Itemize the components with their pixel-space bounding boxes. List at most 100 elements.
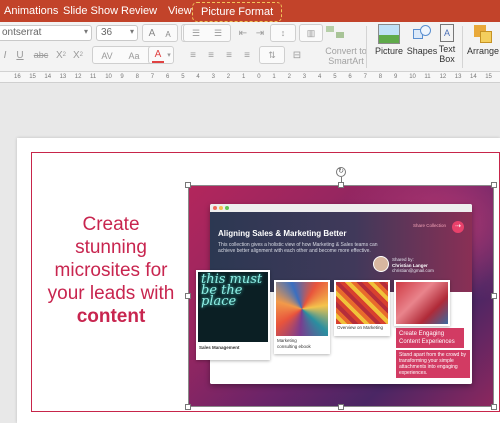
decrease-font-button[interactable]: A bbox=[161, 26, 175, 42]
subscript-label: X bbox=[72, 49, 80, 61]
chevron-down-icon: ▾ bbox=[129, 27, 134, 36]
align-right-icon[interactable]: ≡ bbox=[222, 47, 236, 63]
ruler-number: 12 bbox=[74, 74, 82, 80]
subscript-button[interactable]: X2 bbox=[71, 47, 85, 63]
decrease-indent-icon[interactable]: ⇤ bbox=[236, 25, 250, 41]
align-text-icon[interactable]: ⊟ bbox=[290, 47, 304, 63]
ruler-number: 3 bbox=[302, 74, 307, 80]
chevron-down-icon: ▾ bbox=[167, 52, 171, 59]
underline-button[interactable]: U bbox=[15, 47, 25, 63]
font-size-buttons: A A bbox=[142, 24, 178, 42]
strikethrough-button[interactable]: abc bbox=[31, 47, 51, 63]
ruler-number: 9 bbox=[120, 74, 124, 80]
justify-icon[interactable]: ≡ bbox=[240, 47, 254, 63]
italic-button[interactable]: I bbox=[0, 47, 10, 63]
resize-handle-left[interactable] bbox=[185, 293, 191, 299]
resize-handle-bottom-right[interactable] bbox=[491, 404, 497, 410]
align-center-icon[interactable]: ≡ bbox=[204, 47, 218, 63]
ruler-number: 13 bbox=[454, 74, 462, 80]
ruler-number: 14 bbox=[470, 74, 477, 80]
headline-line-4: your leads with bbox=[47, 283, 175, 304]
resize-handle-top-left[interactable] bbox=[185, 182, 191, 188]
convert-label-1: Convert to bbox=[325, 46, 367, 56]
font-name-field[interactable]: ontserrat ▾ bbox=[0, 25, 92, 41]
align-left-icon[interactable]: ≡ bbox=[186, 47, 200, 63]
arrange-icon bbox=[472, 24, 494, 44]
separator bbox=[366, 26, 367, 68]
selection-frame bbox=[188, 185, 494, 407]
text-direction-group: ⇅ bbox=[259, 46, 285, 64]
ruler-number: 7 bbox=[363, 74, 367, 80]
text-box-icon: A bbox=[440, 24, 454, 42]
tab-view[interactable]: View bbox=[168, 5, 192, 17]
columns-group: ▥ bbox=[299, 24, 323, 42]
smartart-node bbox=[326, 26, 334, 32]
ruler-number: 16 bbox=[14, 74, 21, 80]
ruler-number: 8 bbox=[378, 74, 383, 80]
ruler-number: 6 bbox=[348, 74, 352, 80]
columns-icon[interactable]: ▥ bbox=[302, 25, 320, 41]
increase-indent-icon[interactable]: ⇥ bbox=[253, 25, 267, 41]
ruler-number: 4 bbox=[196, 74, 200, 80]
ribbon-toolbar: ontserrat ▾ 36 ▾ A A I U abc X2 X2 AV Aa A… bbox=[0, 22, 500, 72]
ruler-number: 4 bbox=[318, 74, 322, 80]
resize-handle-bottom[interactable] bbox=[338, 404, 344, 410]
char-spacing-button[interactable]: AV bbox=[96, 48, 118, 64]
arrange-front bbox=[480, 31, 492, 43]
font-name-value: ontserrat bbox=[2, 27, 42, 38]
superscript-mark: 2 bbox=[62, 52, 66, 58]
horizontal-ruler: 16 15 14 13 12 11 10 9 8 7 6 5 4 3 2 1 0 1 2 3 4 5 6 7 8 9 10 11 12 1… bbox=[0, 72, 500, 83]
resize-handle-bottom-left[interactable] bbox=[185, 404, 191, 410]
chevron-down-icon: ▾ bbox=[83, 27, 88, 36]
tab-animations[interactable]: Animations bbox=[4, 5, 58, 17]
bullets-icon[interactable]: ☰ bbox=[186, 25, 206, 41]
ruler-number: 10 bbox=[409, 74, 416, 80]
slide-headline[interactable]: Create stunning microsites for your lead… bbox=[37, 213, 185, 328]
ruler-number: 15 bbox=[29, 74, 36, 80]
increase-font-button[interactable]: A bbox=[145, 25, 159, 41]
smartart-node bbox=[336, 32, 344, 38]
font-size-field[interactable]: 36 ▾ bbox=[96, 25, 138, 41]
font-color-button[interactable]: A bbox=[152, 47, 164, 63]
resize-handle-top-right[interactable] bbox=[491, 182, 497, 188]
headline-line-3: microsites for bbox=[54, 260, 168, 281]
font-color-group: A ▾ bbox=[148, 46, 174, 64]
superscript-button[interactable]: X2 bbox=[54, 47, 68, 63]
ruler-number: 5 bbox=[181, 74, 185, 80]
ruler-number: 15 bbox=[485, 74, 492, 80]
ribbon-tab-bar: Animations Slide Show Review View Pictur… bbox=[0, 0, 500, 22]
ruler-number: 11 bbox=[424, 74, 431, 80]
font-size-value: 36 bbox=[101, 27, 113, 38]
change-case-button[interactable]: Aa bbox=[123, 48, 145, 64]
ruler-number: 5 bbox=[333, 74, 337, 80]
tab-picture-format[interactable]: Picture Format bbox=[192, 2, 283, 22]
ruler-number: 1 bbox=[242, 74, 246, 80]
rotate-handle-icon[interactable]: ↻ bbox=[336, 167, 346, 177]
headline-line-2: stunning bbox=[75, 237, 147, 258]
ruler-number: 11 bbox=[90, 74, 97, 80]
resize-handle-top[interactable] bbox=[338, 182, 344, 188]
line-spacing-icon[interactable]: ↕ bbox=[273, 25, 293, 41]
char-format-group: AV Aa bbox=[92, 46, 154, 64]
resize-handle-right[interactable] bbox=[491, 293, 497, 299]
superscript-label: X bbox=[55, 49, 63, 61]
numbering-icon[interactable]: ☰ bbox=[208, 25, 228, 41]
ruler-number: 2 bbox=[287, 74, 291, 80]
text-direction-icon[interactable]: ⇅ bbox=[262, 47, 282, 63]
subscript-mark: 2 bbox=[79, 52, 83, 58]
ruler-number: 1 bbox=[272, 74, 276, 80]
convert-label-2: SmartArt bbox=[328, 56, 364, 66]
headline-line-1: Create bbox=[82, 214, 140, 235]
ruler-number: 2 bbox=[226, 74, 231, 80]
convert-smartart-button[interactable]: Convert to SmartArt bbox=[322, 24, 370, 66]
ruler-number: 13 bbox=[59, 74, 67, 80]
smartart-icon bbox=[326, 24, 348, 44]
powerpoint-window: Animations Slide Show Review View Pictur… bbox=[0, 0, 500, 423]
arrange-button[interactable]: Arrange bbox=[463, 24, 500, 56]
ruler-number: 6 bbox=[166, 74, 170, 80]
headline-bold-word: content bbox=[76, 306, 146, 327]
tab-slide-show[interactable]: Slide Show bbox=[63, 5, 118, 17]
tab-review[interactable]: Review bbox=[121, 5, 157, 17]
ruler-number: 7 bbox=[150, 74, 155, 80]
ruler-number: 8 bbox=[135, 74, 139, 80]
